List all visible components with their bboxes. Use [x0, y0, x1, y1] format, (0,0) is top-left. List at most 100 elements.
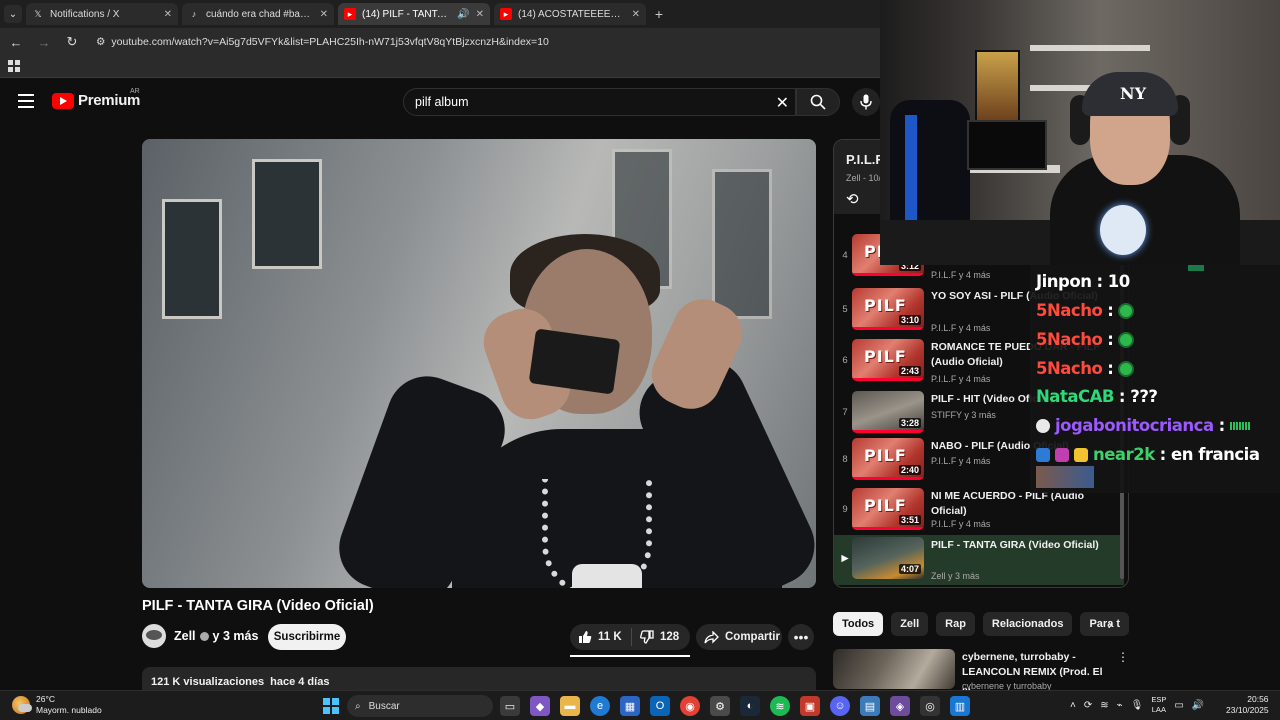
- item-index: 5: [842, 304, 848, 315]
- video-title: PILF - TANTA GIRA (Video Oficial): [142, 598, 374, 614]
- green-emote-icon: [1118, 360, 1135, 377]
- x-logo-icon: 𝕏: [34, 8, 42, 19]
- chevron-up-icon[interactable]: ˄: [1070, 700, 1076, 711]
- like-button[interactable]: 11 K: [570, 628, 632, 646]
- obs-icon[interactable]: ◎: [920, 696, 940, 716]
- back-icon[interactable]: ←: [8, 35, 24, 50]
- close-icon[interactable]: ✕: [476, 9, 484, 20]
- view-count: 121 K visualizaciones: [151, 676, 265, 688]
- speaker-icon[interactable]: 🔊: [457, 9, 469, 20]
- url-field[interactable]: ⚙ youtube.com/watch?v=Ai5g7d5VFYk&list=P…: [96, 36, 549, 48]
- chip-relacionados[interactable]: Relacionados: [982, 612, 1073, 636]
- usb-icon[interactable]: ⌁: [1117, 700, 1123, 711]
- more-vertical-icon[interactable]: ⋮: [1117, 650, 1129, 664]
- country-code: AR: [130, 88, 140, 95]
- new-tab-button[interactable]: +: [650, 5, 668, 23]
- tiktok-icon: ♪: [191, 9, 197, 19]
- taskbar-search[interactable]: ⌕ Buscar: [347, 695, 493, 717]
- tab-notifications[interactable]: 𝕏 Notifications / X ✕: [26, 3, 178, 25]
- tab-label: Notifications / X: [50, 8, 120, 20]
- video-player[interactable]: [142, 139, 816, 588]
- volume-icon[interactable]: 🔊: [1192, 700, 1204, 711]
- address-bar: ← → ↻ ⚙ youtube.com/watch?v=Ai5g7d5VFYk&…: [0, 28, 880, 56]
- subscribe-button[interactable]: Suscribirme: [268, 624, 346, 650]
- tab-youtube-active[interactable]: ▸ (14) PILF - TANTA GIRA (Vid 🔊 ✕: [338, 3, 490, 25]
- close-icon[interactable]: ✕: [164, 9, 172, 20]
- more-actions-button[interactable]: •••: [788, 624, 814, 650]
- forward-icon[interactable]: →: [36, 35, 52, 50]
- voice-search-button[interactable]: [852, 88, 880, 116]
- channel-name-link[interactable]: Zell y 3 más: [174, 629, 258, 643]
- loop-icon[interactable]: ⟲: [846, 190, 859, 208]
- task-view-icon[interactable]: ▭: [500, 696, 520, 716]
- youtube-logo-icon: [52, 92, 74, 109]
- reload-icon[interactable]: ↻: [64, 34, 80, 50]
- copilot-icon[interactable]: ◆: [530, 696, 550, 716]
- item-index: 6: [842, 355, 848, 366]
- recommended-thumbnail[interactable]: [833, 649, 955, 689]
- clear-icon[interactable]: ✕: [776, 93, 789, 113]
- close-icon[interactable]: ✕: [632, 9, 640, 20]
- green-emote-icon: [1118, 331, 1135, 348]
- app-icon[interactable]: ▣: [800, 696, 820, 716]
- item-thumbnail: 3:10: [852, 288, 924, 330]
- temperature: 26°C: [36, 694, 55, 704]
- photos-icon[interactable]: ▤: [860, 696, 880, 716]
- item-index: 4: [842, 250, 848, 261]
- tab-tiktok[interactable]: ♪ cuándo era chad #bananirou # ✕: [182, 3, 334, 25]
- cap-logo: NY: [1120, 84, 1147, 103]
- microphone-icon[interactable]: 🎙: [1131, 700, 1144, 711]
- search-button[interactable]: [796, 88, 840, 116]
- item-title: PILF - TANTA GIRA (Video Oficial): [931, 539, 1099, 551]
- channel-avatar[interactable]: [142, 624, 166, 648]
- chat-username: NataCAB: [1036, 387, 1114, 406]
- file-explorer-icon[interactable]: ▬: [560, 696, 580, 716]
- windows-start-icon[interactable]: [323, 698, 339, 714]
- playlist-item-current[interactable]: ▶ 4:07 PILF - TANTA GIRA (Video Oficial)…: [834, 535, 1124, 585]
- edge-icon[interactable]: e: [590, 696, 610, 716]
- windows-taskbar: 26°C Mayorm. nublado ⌕ Buscar ▭ ◆ ▬ e ▦ …: [0, 690, 1280, 720]
- chrome-icon[interactable]: ◉: [680, 696, 700, 716]
- system-tray: ˄ ⟳ ≋ ⌁ 🎙 ESP LAA ▭ 🔊: [1070, 695, 1204, 715]
- chat-username: 5Nacho: [1036, 359, 1103, 378]
- settings-icon[interactable]: ⚙: [710, 696, 730, 716]
- app-icon[interactable]: ◈: [890, 696, 910, 716]
- notepad-icon[interactable]: ▥: [950, 696, 970, 716]
- chat-message: Jinpon : 10: [1036, 272, 1130, 291]
- tab-youtube[interactable]: ▸ (14) ACOSTATEEEEEE OUT OF C ✕: [494, 3, 646, 25]
- discord-icon[interactable]: ☺: [830, 696, 850, 716]
- steam-icon[interactable]: ◐: [740, 696, 760, 716]
- weather-widget[interactable]: 26°C Mayorm. nublado: [12, 694, 102, 716]
- close-icon[interactable]: ✕: [320, 9, 328, 20]
- item-author: P.I.L.F y 4 más: [931, 374, 991, 384]
- bar-emote-icon: [1229, 421, 1250, 430]
- site-info-icon[interactable]: ⚙: [96, 36, 105, 48]
- menu-icon[interactable]: [18, 94, 34, 108]
- chevron-right-icon[interactable]: ›: [1100, 612, 1120, 636]
- share-button[interactable]: Compartir: [696, 624, 782, 650]
- youtube-premium-logo[interactable]: Premium AR: [52, 88, 140, 109]
- wifi-off-icon[interactable]: ≋: [1100, 700, 1108, 711]
- chip-rap[interactable]: Rap: [936, 612, 975, 636]
- dislike-button[interactable]: 128: [632, 630, 679, 644]
- tab-search-icon[interactable]: ⌄: [4, 5, 22, 23]
- chip-todos[interactable]: Todos: [833, 612, 884, 636]
- playlist-item[interactable]: 9 3:51 NI ME ACUERDO - PILF (Audio Ofici…: [834, 486, 1124, 536]
- outlook-icon[interactable]: O: [650, 696, 670, 716]
- playlist-title[interactable]: P.I.L.F: [846, 152, 883, 167]
- monitor-icon[interactable]: ▭: [1174, 700, 1183, 711]
- spotify-icon[interactable]: ≋: [770, 696, 790, 716]
- clock[interactable]: 20:56 23/10/2025: [1226, 694, 1269, 716]
- store-icon[interactable]: ▦: [620, 696, 640, 716]
- like-count: 11 K: [598, 631, 622, 643]
- apps-grid-icon[interactable]: [8, 60, 20, 72]
- chat-text: : en francia: [1159, 445, 1260, 464]
- language-indicator[interactable]: ESP LAA: [1151, 695, 1166, 715]
- item-duration: 3:10: [898, 315, 921, 325]
- chat-username: 5Nacho: [1036, 330, 1103, 349]
- chip-zell[interactable]: Zell: [891, 612, 929, 636]
- keyboard-layout: LAA: [1151, 705, 1166, 714]
- sync-icon[interactable]: ⟳: [1084, 700, 1092, 711]
- search-input[interactable]: pilf album ✕: [403, 88, 796, 116]
- tab-label: (14) ACOSTATEEEEEE OUT OF C: [518, 8, 626, 20]
